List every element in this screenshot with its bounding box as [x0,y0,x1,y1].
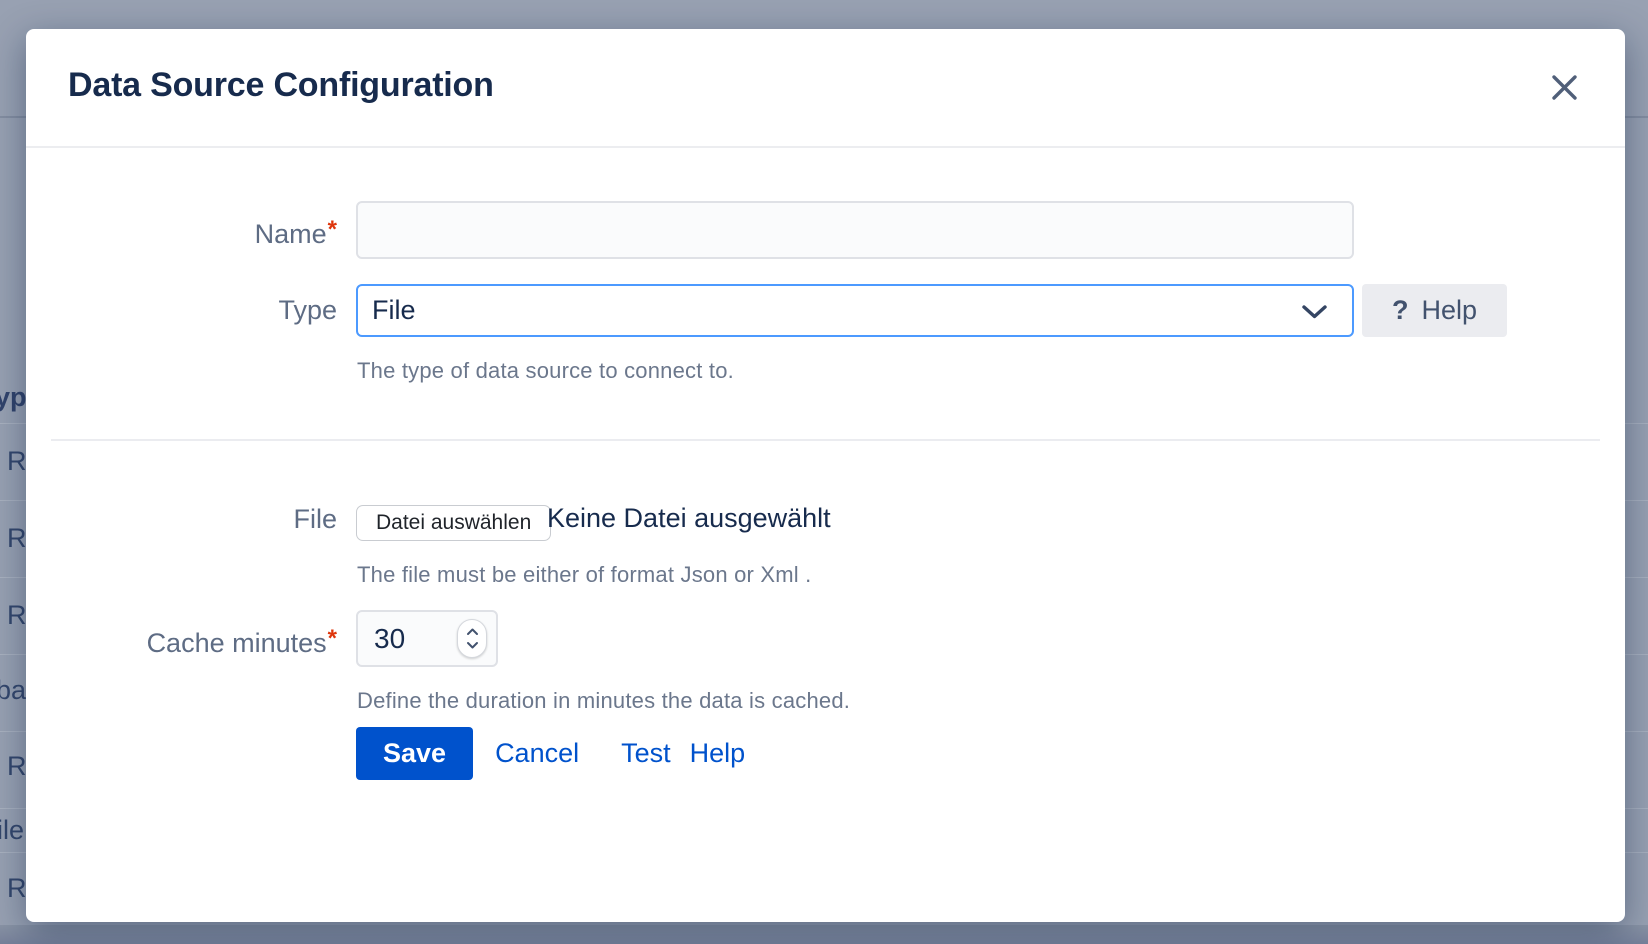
header-divider [26,146,1625,148]
background-table-row-fragment: R [7,874,27,902]
type-select-value: File [372,295,416,326]
file-helper-text: The file must be either of format Json o… [357,562,811,588]
screen: ype R R R ba R ile R Data Source Configu… [0,0,1648,944]
actions-row: Save Cancel Test Help [356,727,745,780]
question-mark-icon: ? [1392,295,1409,326]
required-asterisk: * [328,216,337,243]
name-label: Name* [26,201,337,259]
background-table-row-fragment: ile [0,816,24,844]
stepper-up-icon [466,628,479,636]
cache-helper-text: Define the duration in minutes the data … [357,688,850,714]
name-input[interactable] [356,201,1354,259]
type-label: Type [26,284,337,337]
background-table-row-fragment: R [7,524,27,552]
close-icon [1551,74,1578,101]
cache-minutes-label: Cache minutes* [26,610,337,667]
type-select[interactable]: File [356,284,1354,337]
file-status-text: Keine Datei ausgewählt [547,498,831,540]
cache-minutes-value: 30 [374,612,405,665]
background-table-row-fragment: ba [0,676,26,704]
data-source-configuration-dialog: Data Source Configuration Name* Type Fil… [26,29,1625,922]
dialog-title: Data Source Configuration [68,67,494,103]
chevron-down-icon [1301,304,1328,325]
file-label: File [26,498,337,540]
background-table-row-fragment: R [7,601,27,629]
help-link-button[interactable]: Help [690,738,746,769]
required-asterisk: * [328,625,337,652]
close-button[interactable] [1540,63,1588,111]
background-table-row-fragment: R [7,447,27,475]
cache-minutes-input[interactable]: 30 [356,610,498,667]
file-choose-button[interactable]: Datei auswählen [356,505,551,541]
type-helper-text: The type of data source to connect to. [357,358,734,384]
background-footer-band [0,925,1648,944]
type-help-button[interactable]: ? Help [1362,284,1507,337]
stepper-down-icon [466,641,479,649]
type-help-button-label: Help [1421,295,1477,326]
save-button[interactable]: Save [356,727,473,780]
background-table-row-fragment: R [7,752,27,780]
test-button[interactable]: Test [621,738,671,769]
number-stepper[interactable] [457,619,487,658]
cancel-button[interactable]: Cancel [495,738,579,769]
section-divider [51,439,1600,441]
